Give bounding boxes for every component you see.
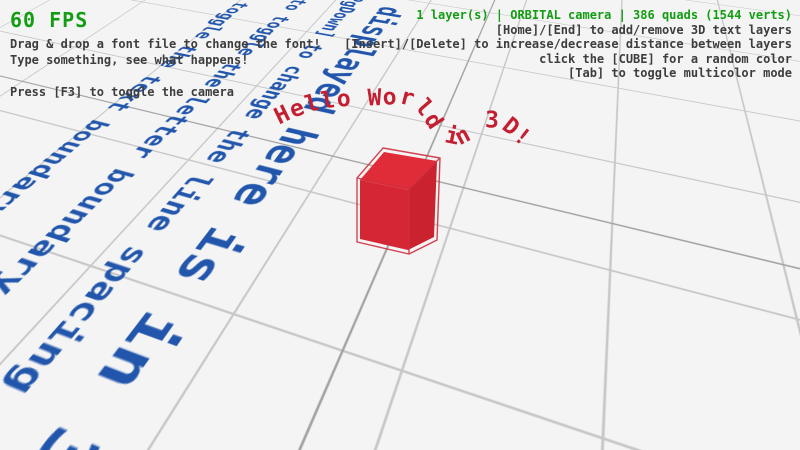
help-type-something: Type something, see what happens! xyxy=(10,52,321,68)
help-layers: [Home]/[End] to add/remove 3D text layer… xyxy=(344,23,792,38)
hud-left-help: Drag & drop a font file to change the fo… xyxy=(10,36,321,100)
help-layer-distance: [Insert]/[Delete] to increase/decrease d… xyxy=(344,37,792,52)
hud-right-help: 1 layer(s) | ORBITAL camera | 386 quads … xyxy=(344,8,792,81)
cube-face-left xyxy=(360,180,408,250)
help-multicolor: [Tab] to toggle multicolor mode xyxy=(344,66,792,81)
fps-counter: 60 FPS xyxy=(10,8,88,32)
setting-size: < SIZE: 8.0 > xyxy=(786,395,800,450)
help-camera-toggle: Press [F3] to toggle the camera xyxy=(10,84,321,100)
help-cube-color: click the [CUBE] for a random color xyxy=(344,52,792,67)
help-drag-drop: Drag & drop a font file to change the fo… xyxy=(10,36,321,52)
app-window: press [F1] to toggle the text boundary p… xyxy=(0,0,800,450)
status-bar: 1 layer(s) | ORBITAL camera | 386 quads … xyxy=(344,8,792,23)
cube[interactable] xyxy=(357,148,440,254)
